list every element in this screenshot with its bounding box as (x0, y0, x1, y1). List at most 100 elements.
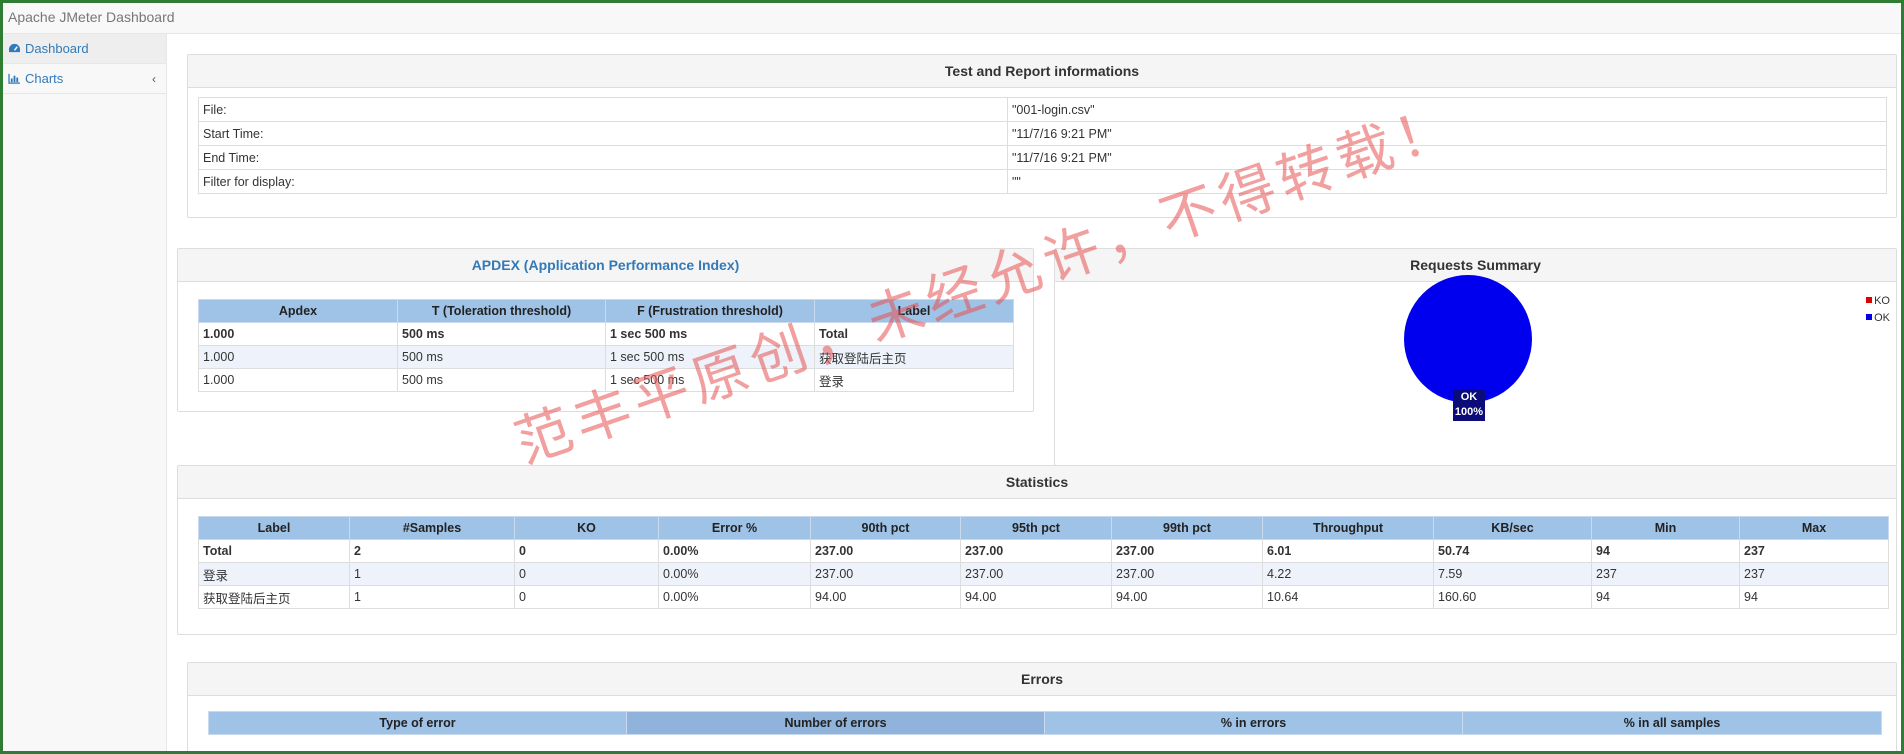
table-row: 1.000 500 ms 1 sec 500 ms 获取登陆后主页 (198, 345, 1014, 369)
test-info-panel: Test and Report informations File: "001-… (187, 54, 1897, 218)
info-value: "" (1007, 169, 1887, 194)
errors-title: Errors (188, 663, 1896, 696)
test-info-table: File: "001-login.csv" Start Time: "11/7/… (198, 97, 1887, 194)
sidebar: Dashboard Charts ‹ (3, 34, 167, 751)
table-cell: 获取登陆后主页 (198, 585, 350, 609)
info-key: End Time: (198, 145, 1008, 170)
table-cell: 94.00 (810, 585, 961, 609)
table-cell: 4.22 (1262, 562, 1434, 586)
statistics-table: Label #Samples KO Error % 90th pct 95th … (198, 516, 1889, 609)
table-cell: 0 (514, 562, 659, 586)
table-cell: 获取登陆后主页 (814, 345, 1014, 369)
table-cell: 1.000 (198, 368, 398, 392)
info-value: "001-login.csv" (1007, 97, 1887, 122)
statistics-title: Statistics (178, 466, 1896, 499)
apdex-panel: APDEX (Application Performance Index) Ap… (177, 248, 1034, 412)
table-cell: 237 (1591, 562, 1740, 586)
column-header[interactable]: 99th pct (1111, 516, 1263, 540)
column-header[interactable]: F (Frustration threshold) (605, 299, 815, 323)
bar-chart-icon (8, 73, 20, 84)
table-row: Start Time: "11/7/16 9:21 PM" (198, 121, 1887, 146)
table-row: 1.000 500 ms 1 sec 500 ms Total (198, 322, 1014, 346)
table-cell: 160.60 (1433, 585, 1592, 609)
app-title[interactable]: Apache JMeter Dashboard (8, 9, 175, 25)
table-cell: 1 sec 500 ms (605, 368, 815, 392)
table-cell: 1 sec 500 ms (605, 322, 815, 346)
legend-item-ok[interactable]: OK (1866, 310, 1890, 327)
sidebar-item-label: Dashboard (25, 41, 89, 56)
table-cell: 237.00 (810, 562, 961, 586)
table-cell: 6.01 (1262, 539, 1434, 563)
table-cell: 50.74 (1433, 539, 1592, 563)
table-cell: 94 (1739, 585, 1889, 609)
pie-legend: KO OK (1866, 293, 1890, 327)
table-row: End Time: "11/7/16 9:21 PM" (198, 145, 1887, 170)
table-cell: Total (198, 539, 350, 563)
legend-swatch-ok (1866, 314, 1873, 320)
table-row: 登录 1 0 0.00% 237.00 237.00 237.00 4.22 7… (198, 562, 1889, 586)
table-cell: 1 (349, 562, 515, 586)
table-cell: 500 ms (397, 322, 606, 346)
column-header[interactable]: Apdex (198, 299, 398, 323)
column-header[interactable]: #Samples (349, 516, 515, 540)
column-header[interactable]: Min (1591, 516, 1740, 540)
column-header[interactable]: T (Toleration threshold) (397, 299, 606, 323)
sidebar-item-charts[interactable]: Charts ‹ (3, 64, 166, 94)
table-row: Filter for display: "" (198, 169, 1887, 194)
column-header[interactable]: Label (814, 299, 1014, 323)
table-cell: 94 (1591, 539, 1740, 563)
statistics-panel: Statistics Label #Samples KO Error % 90t… (177, 465, 1897, 635)
info-key: File: (198, 97, 1008, 122)
table-cell: 0.00% (658, 562, 811, 586)
column-header[interactable]: Number of errors (626, 711, 1045, 735)
table-cell: 7.59 (1433, 562, 1592, 586)
legend-label: KO (1874, 295, 1890, 307)
info-key: Start Time: (198, 121, 1008, 146)
pie-slice-ok[interactable] (1404, 275, 1532, 403)
table-cell: 0.00% (658, 585, 811, 609)
table-header-row: Type of error Number of errors % in erro… (208, 711, 1882, 735)
info-value: "11/7/16 9:21 PM" (1007, 145, 1887, 170)
errors-panel: Errors Type of error Number of errors % … (187, 662, 1897, 751)
app-window: Apache JMeter Dashboard Dashboard Charts… (0, 0, 1904, 754)
table-cell: 500 ms (397, 345, 606, 369)
column-header[interactable]: 95th pct (960, 516, 1112, 540)
column-header[interactable]: % in errors (1044, 711, 1463, 735)
column-header[interactable]: 90th pct (810, 516, 961, 540)
column-header[interactable]: % in all samples (1462, 711, 1882, 735)
table-cell: 2 (349, 539, 515, 563)
table-row: Total 2 0 0.00% 237.00 237.00 237.00 6.0… (198, 539, 1889, 563)
column-header[interactable]: Type of error (208, 711, 627, 735)
table-cell: 0.00% (658, 539, 811, 563)
table-cell: 0 (514, 585, 659, 609)
table-cell: 登录 (814, 368, 1014, 392)
table-cell: 94.00 (960, 585, 1112, 609)
table-cell: 500 ms (397, 368, 606, 392)
table-cell: 237.00 (960, 539, 1112, 563)
column-header[interactable]: Label (198, 516, 350, 540)
legend-label: OK (1874, 312, 1890, 324)
requests-summary-panel: Requests Summary OK 100% KO OK (1054, 248, 1897, 466)
chevron-left-icon[interactable]: ‹ (152, 64, 156, 94)
column-header[interactable]: Error % (658, 516, 811, 540)
table-cell: 10.64 (1262, 585, 1434, 609)
requests-pie-chart (1404, 275, 1532, 403)
sidebar-item-dashboard[interactable]: Dashboard (3, 34, 166, 64)
info-key: Filter for display: (198, 169, 1008, 194)
info-value: "11/7/16 9:21 PM" (1007, 121, 1887, 146)
table-cell: 237 (1739, 539, 1889, 563)
table-cell: 1.000 (198, 322, 398, 346)
sidebar-item-label: Charts (25, 71, 64, 86)
table-cell: 237.00 (960, 562, 1112, 586)
table-cell: 237 (1739, 562, 1889, 586)
table-row: 获取登陆后主页 1 0 0.00% 94.00 94.00 94.00 10.6… (198, 585, 1889, 609)
table-row: 1.000 500 ms 1 sec 500 ms 登录 (198, 368, 1014, 392)
pie-slice-percent: 100% (1454, 406, 1484, 418)
column-header[interactable]: Throughput (1262, 516, 1434, 540)
column-header[interactable]: KB/sec (1433, 516, 1592, 540)
table-cell: 237.00 (810, 539, 961, 563)
table-cell: 登录 (198, 562, 350, 586)
column-header[interactable]: KO (514, 516, 659, 540)
column-header[interactable]: Max (1739, 516, 1889, 540)
legend-item-ko[interactable]: KO (1866, 293, 1890, 310)
